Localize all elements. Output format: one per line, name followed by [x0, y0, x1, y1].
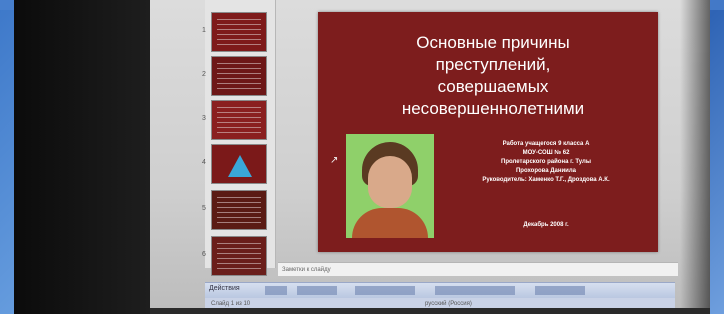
- info-line: МОУ-СОШ № 62: [522, 150, 570, 156]
- screen-edge-shadow: [680, 0, 710, 314]
- toolbar-button[interactable]: [355, 286, 415, 295]
- photo-shoulders: [352, 208, 428, 238]
- title-line: несовершеннолетними: [401, 99, 585, 118]
- thumbnail-text-lines: [217, 107, 261, 135]
- slide-thumbnail-6[interactable]: 6: [202, 236, 267, 276]
- slide-thumbnail-1[interactable]: 1: [202, 12, 267, 52]
- info-line: Работа учащегося 9 класса А: [502, 141, 590, 147]
- slide-thumbnail-5[interactable]: 5: [202, 190, 267, 230]
- current-slide[interactable]: Основные причины преступлений, совершаем…: [318, 12, 658, 252]
- info-line: Прохорова Даниила: [515, 168, 577, 174]
- thumbnail-text-lines: [217, 243, 261, 271]
- photo-face: [368, 156, 412, 208]
- thumbnail-number: 4: [202, 159, 206, 166]
- slide-thumbnail-4[interactable]: 4: [202, 144, 267, 184]
- toolbar-button[interactable]: [535, 286, 585, 295]
- slide-title: Основные причины преступлений, совершаем…: [348, 32, 638, 120]
- thumbnail-number: 1: [202, 27, 206, 34]
- slide-thumbnail-2[interactable]: 2: [202, 56, 267, 96]
- toolbar-draw-label[interactable]: Действия: [209, 285, 240, 292]
- screen-bottom-edge: [150, 308, 710, 314]
- dark-wall: [14, 0, 150, 314]
- triangle-diagram-icon: [228, 155, 252, 177]
- slide-date: Декабрь 2008 г.: [523, 222, 569, 228]
- student-photo: [346, 134, 434, 238]
- info-line: Руководитель: Хаменко Т.Г., Дроздова А.К…: [482, 177, 610, 183]
- mouse-cursor-icon: ↗: [330, 155, 339, 166]
- title-line: совершаемых: [437, 77, 549, 96]
- projector-screen: 1 2 3 4 5 6 Основные причины преступлени…: [150, 0, 710, 314]
- toolbar-button[interactable]: [435, 286, 515, 295]
- slide-header-text: [318, 0, 658, 12]
- thumbnail-number: 5: [202, 205, 206, 212]
- thumbnail-number: 2: [202, 71, 206, 78]
- thumbnail-number: 3: [202, 115, 206, 122]
- toolbar-button[interactable]: [265, 286, 287, 295]
- thumbnail-text-lines: [217, 63, 261, 91]
- title-line: Основные причины: [416, 33, 570, 52]
- slide-thumbnail-panel[interactable]: 1 2 3 4 5 6: [202, 0, 276, 276]
- toolbar-button[interactable]: [297, 286, 337, 295]
- drawing-toolbar: Действия: [205, 282, 675, 299]
- info-line: Пролетарского района г. Тулы: [501, 159, 591, 165]
- title-line: преступлений,: [435, 55, 551, 74]
- notes-pane[interactable]: Заметки к слайду: [278, 262, 678, 276]
- thumbnail-number: 6: [202, 251, 206, 258]
- slide-thumbnail-3[interactable]: 3: [202, 100, 267, 140]
- author-info: Работа учащегося 9 класса А МОУ-СОШ № 62…: [446, 140, 646, 185]
- thumbnail-text-lines: [217, 197, 261, 225]
- thumbnail-text-lines: [217, 19, 261, 47]
